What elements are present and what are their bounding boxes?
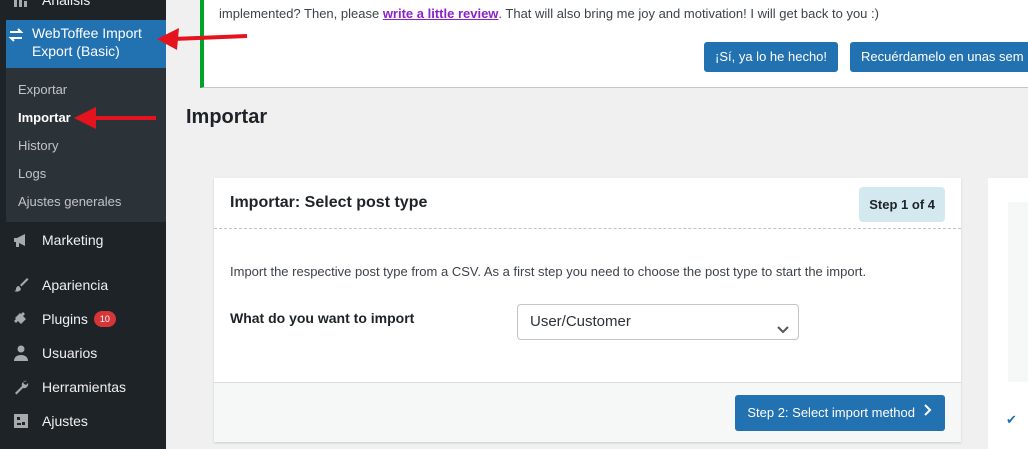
chevron-right-icon (923, 395, 933, 431)
already-done-button[interactable]: ¡Sí, ya lo he hecho! (704, 42, 839, 72)
sidebar-item-label: Apariencia (42, 277, 109, 293)
bar-chart-icon (0, 0, 36, 9)
sidebar-item-label: Usuarios (42, 345, 98, 361)
update-count-badge: 10 (93, 311, 116, 327)
remind-later-button[interactable]: Recuérdamelo en unas sem (850, 42, 1028, 72)
settings-icon (0, 412, 36, 430)
sidebar-item-label: WebToffee Import Export (Basic) (31, 25, 142, 59)
notice-text: implemented? Then, please (219, 6, 383, 21)
notice-text: . That will also bring me joy and motiva… (498, 6, 879, 21)
annotation-arrow-icon (74, 107, 156, 129)
submenu-logs[interactable]: Logs (18, 166, 46, 181)
sidebar-submenu: Exportar Importar History Logs Ajustes g… (6, 68, 166, 222)
import-step-card: Importar: Select post type Step 1 of 4 I… (214, 178, 961, 442)
sidebar-item-label: Análisis (42, 0, 91, 8)
next-step-label: Step 2: Select import method (747, 405, 915, 420)
card-title: Importar: Select post type (230, 194, 428, 211)
paintbrush-icon (0, 276, 36, 294)
submenu-history[interactable]: History (18, 138, 58, 153)
divider (214, 228, 961, 229)
page-title: Importar (186, 106, 268, 128)
sidebar-item-label: Ajustes (42, 413, 88, 429)
sidebar-item-webtoffee[interactable]: WebToffee Import Export (Basic) (6, 20, 166, 68)
admin-sidebar: Análisis WebToffee Import Export (Basic)… (0, 0, 166, 449)
sidebar-item-herramientas[interactable]: Herramientas (0, 377, 166, 397)
card-footer: Step 2: Select import method (214, 382, 961, 442)
notice-message: implemented? Then, please write a little… (219, 6, 879, 21)
sidebar-item-label: Marketing (42, 232, 104, 248)
review-link[interactable]: write a little review (383, 6, 499, 21)
sidebar-item-marketing[interactable]: Marketing (0, 230, 166, 250)
checkmark-icon: ✔ (1006, 412, 1017, 427)
sidebar-item-plugins[interactable]: Plugins 10 (0, 309, 166, 329)
side-panel: ✔ (988, 178, 1028, 449)
submenu-ajustes-generales[interactable]: Ajustes generales (18, 194, 121, 209)
sidebar-item-ajustes[interactable]: Ajustes (0, 411, 166, 431)
sidebar-item-analisis[interactable]: Análisis (0, 0, 166, 10)
post-type-select[interactable]: User/Customer (517, 304, 799, 340)
sidebar-item-label: Herramientas (42, 379, 127, 395)
plugin-icon (0, 310, 36, 328)
chevron-down-icon (776, 315, 790, 349)
megaphone-icon (0, 231, 36, 249)
post-type-label: What do you want to import (230, 310, 415, 326)
users-icon (0, 344, 36, 362)
step-badge: Step 1 of 4 (859, 187, 945, 222)
submenu-exportar[interactable]: Exportar (18, 82, 67, 97)
next-step-button[interactable]: Step 2: Select import method (735, 395, 945, 431)
annotation-arrow-icon (157, 28, 248, 50)
sidebar-item-label: Plugins (42, 311, 88, 327)
import-export-icon (6, 20, 26, 68)
sidebar-item-apariencia[interactable]: Apariencia (0, 275, 166, 295)
step-description: Import the respective post type from a C… (230, 264, 867, 279)
side-panel-content (1008, 202, 1028, 382)
wrench-icon (0, 378, 36, 396)
selected-value: User/Customer (530, 313, 631, 330)
submenu-importar[interactable]: Importar (18, 110, 71, 125)
sidebar-item-usuarios[interactable]: Usuarios (0, 343, 166, 363)
review-notice: implemented? Then, please write a little… (200, 0, 1028, 88)
